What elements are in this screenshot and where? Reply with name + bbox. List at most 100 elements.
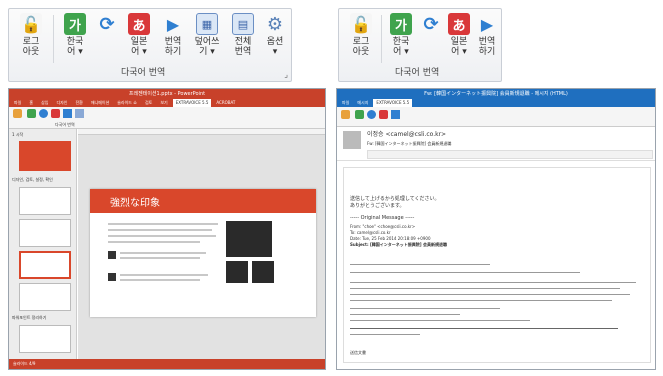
logout-button[interactable]: 🔓 로그 아웃: [13, 13, 49, 57]
bullet-icon: [108, 251, 116, 259]
hiragana-a-icon[interactable]: [51, 109, 60, 118]
text-line: [350, 282, 636, 283]
text-line: [350, 294, 630, 295]
text-line: [120, 257, 200, 259]
powerpoint-window: 프레젠테이션1.pptx - PowerPoint 파일 홈 삽입 디자인 전환…: [8, 88, 326, 370]
slide-thumbnail[interactable]: [19, 283, 71, 311]
section-header[interactable]: 디자인, 검토, 설정, 확인: [12, 177, 53, 182]
tab[interactable]: 홈: [26, 99, 36, 107]
tab[interactable]: 검토: [142, 99, 155, 107]
subject-line: Subject: [韓国インターネット振興院] 会員新規退職: [350, 242, 447, 247]
options-button[interactable]: ⚙ 옵션 ▾: [257, 13, 293, 58]
document-grid-icon[interactable]: [75, 109, 84, 118]
slide-canvas[interactable]: 強烈な印象: [90, 189, 316, 317]
hangul-ga-icon: 가: [64, 13, 86, 35]
slide-thumbnail[interactable]: [19, 219, 71, 247]
separator: [381, 15, 382, 63]
play-icon: ▶: [480, 14, 494, 34]
tab[interactable]: 보기: [157, 99, 170, 107]
original-message-header: ----- Original Message -----: [350, 215, 415, 221]
tab[interactable]: 슬라이드 쇼: [114, 99, 140, 107]
gear-icon: ⚙: [266, 13, 284, 35]
ribbon-tabs: 파일 홈 삽입 디자인 전환 애니메이션 슬라이드 쇼 검토 보기 EXTRAV…: [9, 99, 325, 107]
section-header[interactable]: 1 시작: [12, 132, 23, 137]
window-title: Fw: [韓国インターネット振興院] 会員新規退職 - 메시지 (HTML): [337, 89, 655, 99]
slide-image[interactable]: [226, 261, 248, 283]
sender: 이정승 <camel@csli.co.kr>: [367, 131, 447, 138]
play-icon[interactable]: [63, 109, 72, 118]
text-line: [350, 320, 530, 321]
slide-editing-area: 強烈な印象: [78, 129, 325, 361]
from-line: From: "choe" <choe@csli.co.kr>: [350, 224, 416, 229]
dialog-launcher-icon[interactable]: ⌟: [284, 70, 288, 79]
translate-all-button[interactable]: ▤ 전체 번역: [225, 13, 261, 57]
outlook-window: Fw: [韓国インターネット振興院] 会員新規退職 - 메시지 (HTML) 파…: [336, 88, 656, 370]
hangul-ga-icon[interactable]: [355, 110, 364, 119]
text-line: [350, 264, 490, 265]
translate-button[interactable]: ▶ 번역 하기: [469, 13, 505, 58]
text-line: [350, 334, 420, 335]
translation-ribbon-compact: 🔓 로그 아웃 가 한국 어 ▾ ⟳ あ 일본 어 ▾ ▶ 번역 하기 다국어 …: [338, 8, 502, 82]
refresh-icon: ⟳: [99, 13, 115, 35]
text-line: [350, 308, 500, 309]
hangul-ga-icon[interactable]: [27, 109, 36, 118]
tab[interactable]: 파일: [339, 99, 352, 107]
mini-ribbon: 다국어 번역: [9, 107, 325, 129]
text-line: [108, 235, 216, 237]
text-line: [108, 241, 200, 243]
tab[interactable]: 파일: [11, 99, 24, 107]
refresh-icon[interactable]: [367, 110, 376, 119]
play-icon: ▶: [166, 14, 180, 34]
slide-thumbnail[interactable]: [19, 325, 71, 353]
window-icon: ▤: [232, 13, 254, 35]
slide-title: 強烈な印象: [110, 198, 160, 209]
lock-icon[interactable]: [341, 110, 350, 119]
swap-language-button[interactable]: ⟳: [89, 13, 125, 35]
translation-ribbon-full: 🔓 로그 아웃 가 한국 어 ▾ ⟳ あ 일본 어 ▾ ▶ 번역 하기 ▦ 덮어…: [8, 8, 292, 82]
text-line: [120, 252, 206, 254]
status-bar: 슬라이드 4/9: [9, 359, 325, 369]
translate-button[interactable]: ▶ 번역 하기: [155, 13, 191, 58]
source-language-korean-button[interactable]: 가 한국 어 ▾: [57, 13, 93, 57]
section-header[interactable]: 파워포인트 정리하기: [12, 315, 46, 320]
text-line: [350, 328, 618, 329]
group-label: 다국어 번역: [121, 68, 166, 78]
tab[interactable]: 전환: [72, 99, 85, 107]
target-language-japanese-button[interactable]: あ 일본 어 ▾: [121, 13, 157, 57]
tab[interactable]: 삽입: [38, 99, 51, 107]
window-title: 프레젠테이션1.pptx - PowerPoint: [9, 89, 325, 99]
slide-thumbnail-selected[interactable]: [19, 251, 71, 279]
refresh-icon[interactable]: [39, 109, 48, 118]
logout-button[interactable]: 🔓 로그 아웃: [343, 13, 379, 57]
tab[interactable]: 메시지: [354, 99, 371, 107]
hiragana-a-icon: あ: [128, 13, 150, 35]
group-label: 다국어 번역: [395, 68, 440, 78]
attachments-bar[interactable]: [367, 150, 653, 159]
subject: Fw: [韓国インターネット振興院] 会員新規退職: [367, 141, 452, 146]
tab[interactable]: 디자인: [53, 99, 70, 107]
tab[interactable]: ACROBAT: [213, 99, 238, 107]
slide-thumbnail[interactable]: [19, 187, 71, 215]
slide-thumbnail[interactable]: [19, 141, 71, 171]
overwrite-button[interactable]: ▦ 덮어쓰 기 ▾: [189, 13, 225, 57]
text-line: [108, 223, 218, 225]
tab[interactable]: 애니메이션: [88, 99, 112, 107]
text-line: [108, 229, 212, 231]
message-header: 이정승 <camel@csli.co.kr> Fw: [韓国インターネット振興院…: [337, 127, 655, 161]
text-line: [350, 300, 612, 301]
ribbon-tabs: 파일 메시지 EXTRAVOICE 5.5: [337, 99, 655, 107]
document-grid-icon: ▦: [196, 13, 218, 35]
hiragana-a-icon[interactable]: [379, 110, 388, 119]
play-icon[interactable]: [391, 110, 400, 119]
tab-extravoice[interactable]: EXTRAVOICE 5.5: [373, 99, 413, 107]
group-label: 다국어 번역: [55, 122, 75, 127]
date-line: Date: Tue, 25 Feb 2014 20:18:09 +0900: [350, 236, 431, 241]
lock-icon[interactable]: [13, 109, 22, 118]
slide-image[interactable]: [252, 261, 274, 283]
tab-extravoice[interactable]: EXTRAVOICE 5.5: [172, 99, 212, 107]
slide-image[interactable]: [226, 221, 272, 257]
separator: [53, 15, 54, 63]
to-line: To: camel@csli.co.kr: [350, 230, 391, 235]
ruler: [78, 129, 325, 135]
lock-icon: 🔓: [20, 13, 42, 35]
